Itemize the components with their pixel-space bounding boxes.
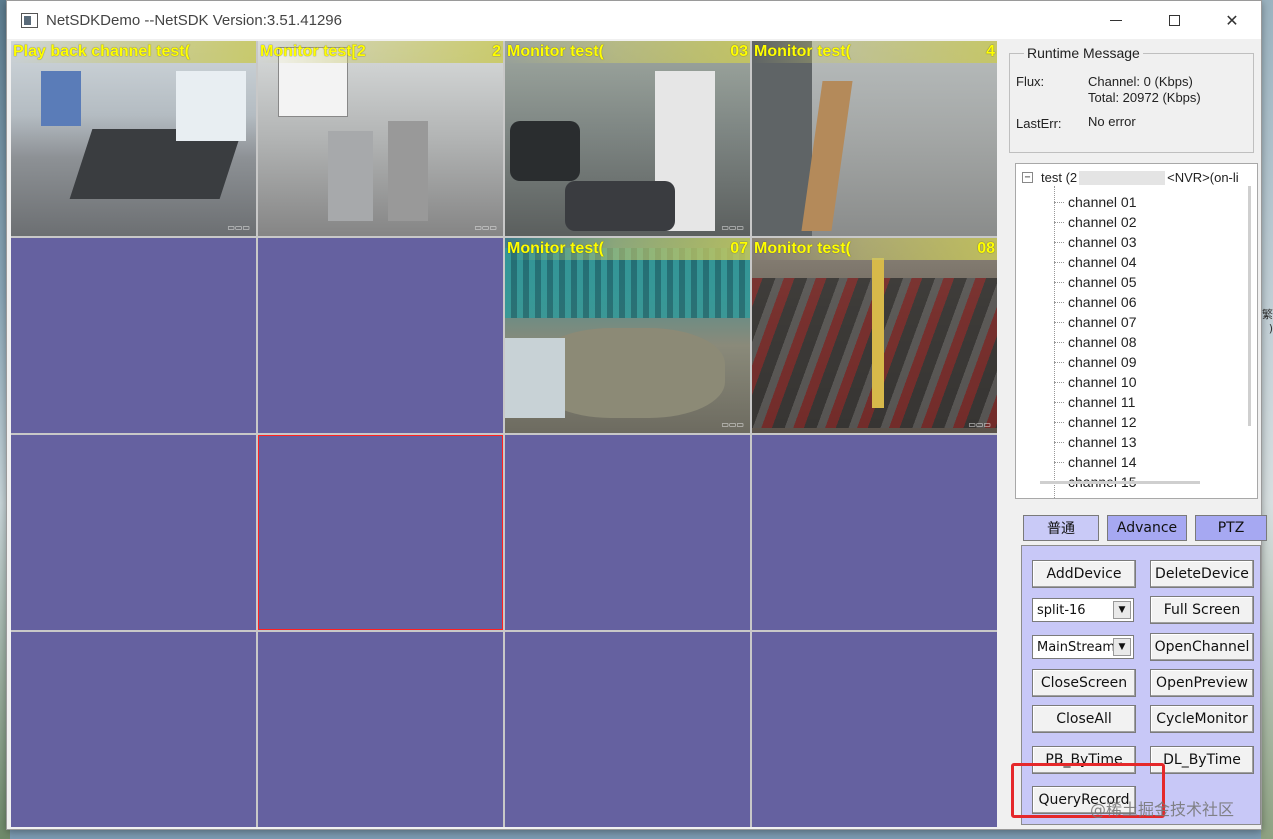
cell-channel-number: 4	[986, 43, 995, 60]
tree-root-status: <NVR>(on-li	[1167, 170, 1239, 185]
tree-item-channel-02[interactable]: channel 02	[1054, 212, 1137, 232]
tree-item-channel-09[interactable]: channel 09	[1054, 352, 1137, 372]
camera-feed-parking	[505, 41, 750, 236]
tree-item-channel-13[interactable]: channel 13	[1054, 432, 1137, 452]
flux-label: Flux:	[1016, 74, 1045, 89]
tree-item-channel-10[interactable]: channel 10	[1054, 372, 1137, 392]
lasterr-label: LastErr:	[1016, 116, 1062, 131]
tree-item-channel-03[interactable]: channel 03	[1054, 232, 1137, 252]
tree-item-channel-07[interactable]: channel 07	[1054, 312, 1137, 332]
full-screen-button[interactable]: Full Screen	[1150, 596, 1254, 624]
flux-channel-value: Channel: 0 (Kbps)	[1088, 74, 1193, 89]
tree-item-channel-05[interactable]: channel 05	[1054, 272, 1137, 292]
video-cell-15[interactable]	[505, 632, 750, 827]
camera-feed-roadway	[752, 41, 997, 236]
chevron-down-icon[interactable]: ▼	[1113, 601, 1131, 619]
open-preview-button[interactable]: OpenPreview	[1150, 669, 1254, 697]
video-cell-6[interactable]	[258, 238, 503, 433]
minimize-button[interactable]	[1087, 1, 1145, 39]
maximize-icon	[1168, 14, 1180, 26]
tab-ptz[interactable]: PTZ	[1195, 515, 1267, 541]
camera-feed-construction	[505, 238, 750, 433]
collapse-icon[interactable]: −	[1022, 172, 1033, 183]
runtime-message-title: Runtime Message	[1024, 45, 1143, 61]
control-panel: Runtime Message Flux: Channel: 0 (Kbps) …	[1001, 41, 1267, 829]
camera-feed-turnstile	[258, 41, 503, 236]
video-cell-12[interactable]	[752, 435, 997, 630]
tree-horizontal-scrollbar[interactable]	[1040, 481, 1200, 484]
cell-title: Monitor test[2	[260, 43, 366, 60]
video-cell-7[interactable]: Monitor test( 07 ▭▭▭	[505, 238, 750, 433]
cell-channel-number: 08	[977, 240, 995, 257]
cycle-monitor-button[interactable]: CycleMonitor	[1150, 705, 1254, 733]
close-icon: ✕	[1225, 10, 1239, 30]
video-cell-16[interactable]	[752, 632, 997, 827]
close-button[interactable]: ✕	[1203, 1, 1261, 39]
dl-bytime-button[interactable]: DL_ByTime	[1150, 746, 1254, 774]
cell-title: Monitor test(	[754, 43, 851, 60]
video-cell-11[interactable]	[505, 435, 750, 630]
cell-channel-number: 03	[730, 43, 748, 60]
tree-item-channel-14[interactable]: channel 14	[1054, 452, 1137, 472]
close-screen-button[interactable]: CloseScreen	[1032, 669, 1136, 697]
redacted-ip	[1079, 170, 1166, 185]
desktop-right-edge	[1261, 0, 1273, 839]
video-cell-9[interactable]	[11, 435, 256, 630]
video-cell-10-selected[interactable]	[258, 435, 503, 630]
split-select[interactable]: split-16 ▼	[1032, 598, 1134, 622]
tree-item-channel-08[interactable]: channel 08	[1054, 332, 1137, 352]
netsdk-demo-window: NetSDKDemo --NetSDK Version:3.51.41296 ✕…	[6, 0, 1267, 830]
tree-item-channel-04[interactable]: channel 04	[1054, 252, 1137, 272]
cell-channel-number: 07	[730, 240, 748, 257]
lasterr-value: No error	[1088, 114, 1136, 129]
app-icon	[21, 12, 38, 28]
video-cell-1[interactable]: Play back channel test( ▭▭▭	[11, 41, 256, 236]
cell-title: Monitor test(	[507, 43, 604, 60]
close-all-button[interactable]: CloseAll	[1032, 705, 1136, 733]
split-select-value: split-16	[1037, 602, 1086, 618]
video-cell-3[interactable]: Monitor test( 03 ▭▭▭	[505, 41, 750, 236]
video-cell-14[interactable]	[258, 632, 503, 827]
tree-item-channel-06[interactable]: channel 06	[1054, 292, 1137, 312]
stream-select[interactable]: MainStream ▼	[1032, 635, 1134, 659]
cell-channel-number: 2	[492, 43, 501, 60]
tree-item-channel-11[interactable]: channel 11	[1054, 392, 1137, 412]
title-bar[interactable]: NetSDKDemo --NetSDK Version:3.51.41296 ✕	[7, 1, 1261, 39]
tree-item-channel-01[interactable]: channel 01	[1054, 192, 1137, 212]
tree-item-channel-12[interactable]: channel 12	[1054, 412, 1137, 432]
site-watermark: @稀土掘金技术社区	[1090, 800, 1235, 819]
channel-list: channel 01 channel 02 channel 03 channel…	[1054, 192, 1137, 492]
tab-advance[interactable]: Advance	[1107, 515, 1187, 541]
panel-tabs: 普通 Advance PTZ	[1023, 515, 1267, 541]
camera-feed-bike-shed	[752, 238, 997, 433]
desktop-right-glyph: 繁 )	[1262, 308, 1273, 335]
tab-normal[interactable]: 普通	[1023, 515, 1099, 541]
tree-root-label: test (2	[1041, 170, 1078, 185]
minimize-icon	[1110, 19, 1122, 21]
tree-vertical-scrollbar[interactable]	[1248, 186, 1251, 426]
cell-title: Play back channel test(	[13, 43, 190, 60]
stream-select-value: MainStream	[1037, 639, 1116, 655]
cell-title: Monitor test(	[507, 240, 604, 257]
open-channel-button[interactable]: OpenChannel	[1150, 633, 1254, 661]
window-controls: ✕	[1087, 1, 1261, 39]
maximize-button[interactable]	[1145, 1, 1203, 39]
video-cell-2[interactable]: Monitor test[2 2 ▭▭▭	[258, 41, 503, 236]
device-tree[interactable]: − test (2 <NVR>(on-li channel 01 channel…	[1015, 163, 1258, 499]
video-cell-5[interactable]	[11, 238, 256, 433]
video-cell-13[interactable]	[11, 632, 256, 827]
add-device-button[interactable]: AddDevice	[1032, 560, 1136, 588]
delete-device-button[interactable]: DeleteDevice	[1150, 560, 1254, 588]
window-title: NetSDKDemo --NetSDK Version:3.51.41296	[46, 11, 342, 29]
camera-feed-conference-room	[11, 41, 256, 236]
chevron-down-icon[interactable]: ▼	[1113, 638, 1131, 656]
cell-title: Monitor test(	[754, 240, 851, 257]
video-cell-4[interactable]: Monitor test( 4	[752, 41, 997, 236]
video-grid: Play back channel test( ▭▭▭ Monitor test…	[11, 41, 997, 827]
video-cell-8[interactable]: Monitor test( 08 ▭▭▭	[752, 238, 997, 433]
tree-root-device[interactable]: − test (2 <NVR>(on-li	[1022, 170, 1239, 185]
runtime-message-group: Runtime Message Flux: Channel: 0 (Kbps) …	[1009, 45, 1254, 153]
flux-total-value: Total: 20972 (Kbps)	[1088, 90, 1201, 105]
